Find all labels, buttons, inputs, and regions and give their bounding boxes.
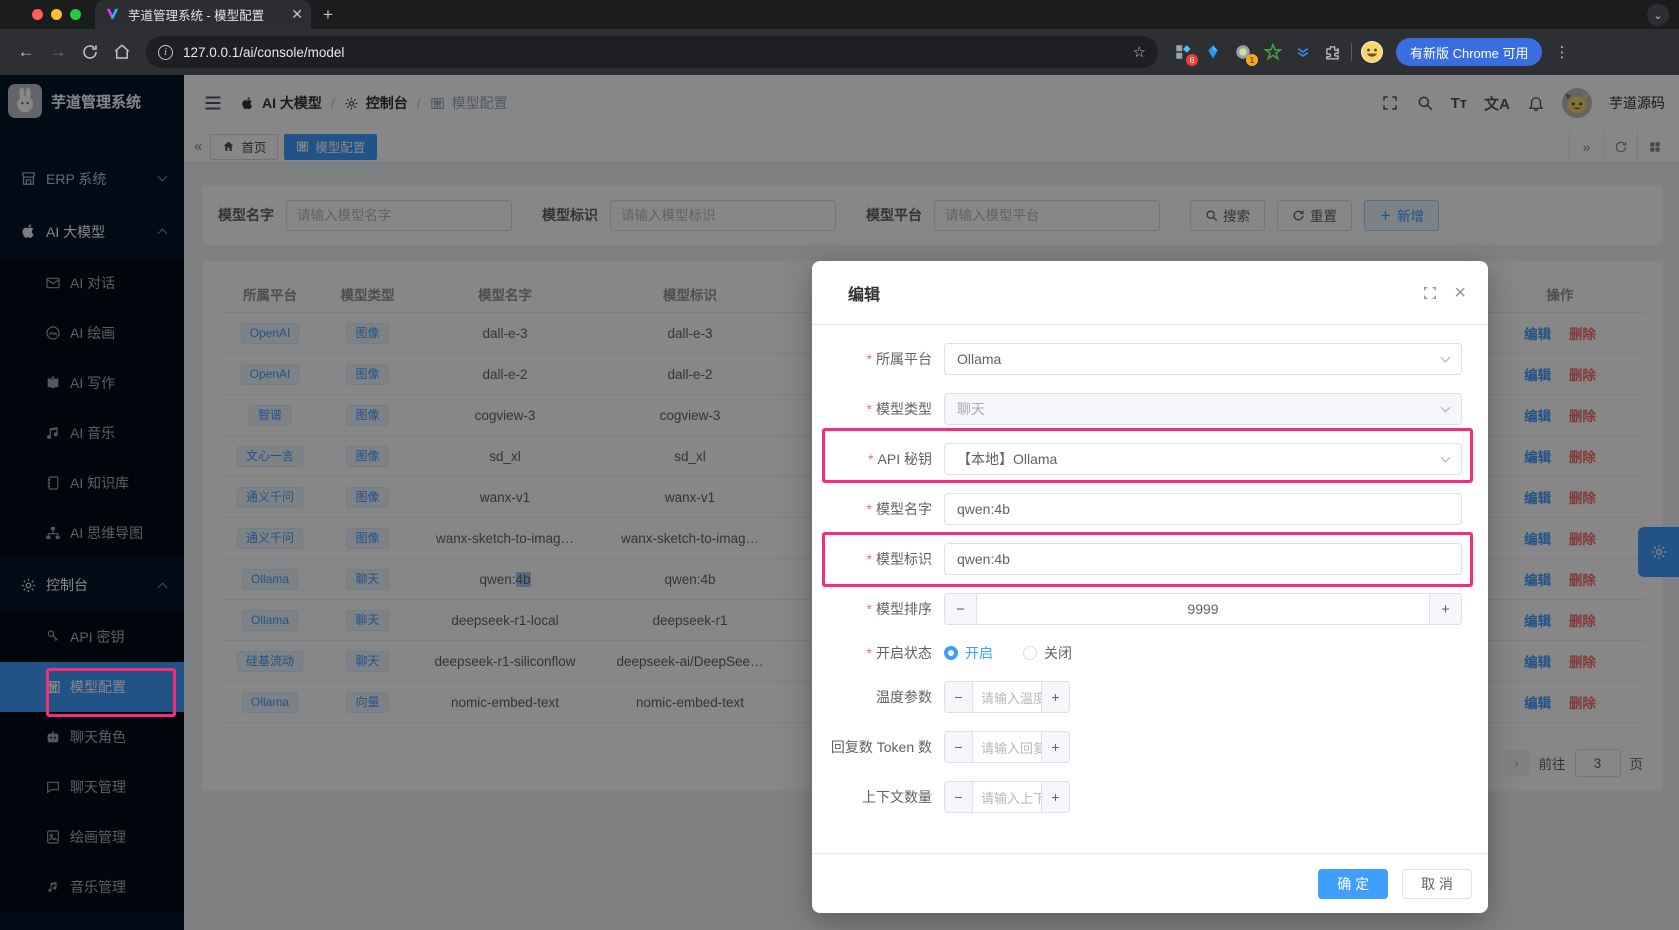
field-label: 模型标识 bbox=[812, 549, 944, 569]
extension-blocks-icon[interactable]: 6 bbox=[1172, 42, 1193, 63]
dialog-fullscreen-icon[interactable] bbox=[1422, 285, 1438, 301]
edit-dialog: 编辑 × 所属平台 Ollama 模型类型 聊天 bbox=[812, 261, 1488, 913]
minimize-window-button[interactable] bbox=[51, 9, 62, 20]
chevron-down-icon bbox=[1441, 402, 1451, 412]
field-temperature: 温度参数 − 请输入温度 + bbox=[812, 681, 1462, 713]
forward-button[interactable]: → bbox=[44, 38, 72, 66]
increase-button[interactable]: + bbox=[1041, 732, 1069, 762]
site-favicon bbox=[105, 7, 120, 22]
browser-tab-strip: 芋道管理系统 - 模型配置 ✕ + ⌄ bbox=[0, 0, 1679, 29]
address-bar[interactable]: i 127.0.0.1/ai/console/model ☆ bbox=[146, 36, 1158, 68]
field-label: 上下文数量 bbox=[812, 787, 944, 807]
bookmark-star-icon[interactable]: ☆ bbox=[1133, 43, 1146, 61]
decrease-button[interactable]: − bbox=[945, 782, 973, 812]
dialog-footer: 确 定 取 消 bbox=[812, 853, 1488, 913]
reload-button[interactable] bbox=[76, 38, 104, 66]
field-max-tokens: 回复数 Token 数 − 请输入回复 + bbox=[812, 731, 1462, 763]
dialog-title: 编辑 bbox=[848, 281, 1404, 305]
extension-star-icon[interactable] bbox=[1262, 42, 1283, 63]
profile-avatar[interactable] bbox=[1360, 40, 1384, 64]
toolbar-divider bbox=[1351, 43, 1352, 61]
home-button[interactable] bbox=[108, 38, 136, 66]
dialog-body: 所属平台 Ollama 模型类型 聊天 API bbox=[812, 325, 1488, 853]
decrease-button[interactable]: − bbox=[945, 732, 973, 762]
decrease-button[interactable]: − bbox=[945, 594, 977, 624]
field-label: 开启状态 bbox=[812, 643, 944, 663]
cancel-button[interactable]: 取 消 bbox=[1402, 869, 1472, 899]
radio-dot bbox=[944, 646, 958, 660]
extension-kite-icon[interactable] bbox=[1202, 42, 1223, 63]
extension-badge: 1 bbox=[1246, 54, 1258, 66]
platform-select[interactable]: Ollama bbox=[944, 343, 1462, 375]
screen: 芋道管理系统 - 模型配置 ✕ + ⌄ ← → i 127.0.0.1/ai/c… bbox=[0, 0, 1679, 930]
chevron-down-icon bbox=[1441, 452, 1451, 462]
window-controls[interactable] bbox=[32, 9, 81, 20]
extension-badge: 6 bbox=[1186, 54, 1198, 66]
field-label: 模型类型 bbox=[812, 399, 944, 419]
model-type-select: 聊天 bbox=[944, 393, 1462, 425]
close-window-button[interactable] bbox=[32, 9, 43, 20]
radio-status-off[interactable]: 关闭 bbox=[1023, 643, 1072, 663]
radio-dot bbox=[1023, 646, 1037, 660]
browser-tab-title: 芋道管理系统 - 模型配置 bbox=[128, 5, 285, 24]
field-api-key: API 秘钥 【本地】Ollama bbox=[812, 443, 1462, 475]
sort-value[interactable]: 9999 bbox=[977, 594, 1429, 624]
tab-close-icon[interactable]: ✕ bbox=[291, 6, 303, 23]
dialog-close-icon[interactable]: × bbox=[1454, 283, 1466, 303]
extensions-area: 6 1 bbox=[1172, 42, 1343, 63]
browser-tab[interactable]: 芋道管理系统 - 模型配置 ✕ bbox=[95, 0, 311, 29]
contexts-stepper: − 请输入上下 + bbox=[944, 781, 1070, 813]
tokens-stepper: − 请输入回复 + bbox=[944, 731, 1070, 763]
sort-stepper: − 9999 + bbox=[944, 593, 1462, 625]
increase-button[interactable]: + bbox=[1041, 682, 1069, 712]
contexts-placeholder[interactable]: 请输入上下 bbox=[973, 782, 1041, 812]
tokens-placeholder[interactable]: 请输入回复 bbox=[973, 732, 1041, 762]
extensions-puzzle-icon[interactable] bbox=[1322, 42, 1343, 63]
extension-circle-icon[interactable]: 1 bbox=[1232, 42, 1253, 63]
field-status: 开启状态 开启 关闭 bbox=[812, 643, 1462, 663]
field-max-contexts: 上下文数量 − 请输入上下 + bbox=[812, 781, 1462, 813]
field-sort: 模型排序 − 9999 + bbox=[812, 593, 1462, 625]
site-info-icon[interactable]: i bbox=[158, 45, 173, 60]
maximize-window-button[interactable] bbox=[70, 9, 81, 20]
temperature-placeholder[interactable]: 请输入温度 bbox=[973, 682, 1041, 712]
field-label: 模型排序 bbox=[812, 599, 944, 619]
increase-button[interactable]: + bbox=[1041, 782, 1069, 812]
field-label: 所属平台 bbox=[812, 349, 944, 369]
field-label: 模型名字 bbox=[812, 499, 944, 519]
confirm-button[interactable]: 确 定 bbox=[1318, 869, 1388, 899]
field-label: 温度参数 bbox=[812, 687, 944, 707]
field-label: 回复数 Token 数 bbox=[812, 737, 944, 757]
browser-menu-icon[interactable]: ⋮ bbox=[1554, 43, 1569, 61]
field-platform: 所属平台 Ollama bbox=[812, 343, 1462, 375]
browser-toolbar: ← → i 127.0.0.1/ai/console/model ☆ 6 1 bbox=[0, 29, 1679, 75]
increase-button[interactable]: + bbox=[1429, 594, 1461, 624]
url-text[interactable]: 127.0.0.1/ai/console/model bbox=[183, 45, 1133, 60]
field-label: API 秘钥 bbox=[812, 449, 944, 469]
chrome-update-button[interactable]: 有新版 Chrome 可用 bbox=[1396, 38, 1542, 66]
back-button[interactable]: ← bbox=[12, 38, 40, 66]
model-id-input[interactable] bbox=[944, 543, 1462, 575]
model-name-input[interactable] bbox=[944, 493, 1462, 525]
api-key-select[interactable]: 【本地】Ollama bbox=[944, 443, 1462, 475]
new-tab-button[interactable]: + bbox=[323, 5, 333, 25]
field-model-type: 模型类型 聊天 bbox=[812, 393, 1462, 425]
chevron-down-icon bbox=[1441, 352, 1451, 362]
field-model-name: 模型名字 bbox=[812, 493, 1462, 525]
decrease-button[interactable]: − bbox=[945, 682, 973, 712]
temperature-stepper: − 请输入温度 + bbox=[944, 681, 1070, 713]
tab-search-button[interactable]: ⌄ bbox=[1647, 4, 1669, 26]
extension-chevrons-icon[interactable] bbox=[1292, 42, 1313, 63]
field-model-id: 模型标识 bbox=[812, 543, 1462, 575]
radio-status-on[interactable]: 开启 bbox=[944, 643, 993, 663]
dialog-header: 编辑 × bbox=[812, 261, 1488, 325]
